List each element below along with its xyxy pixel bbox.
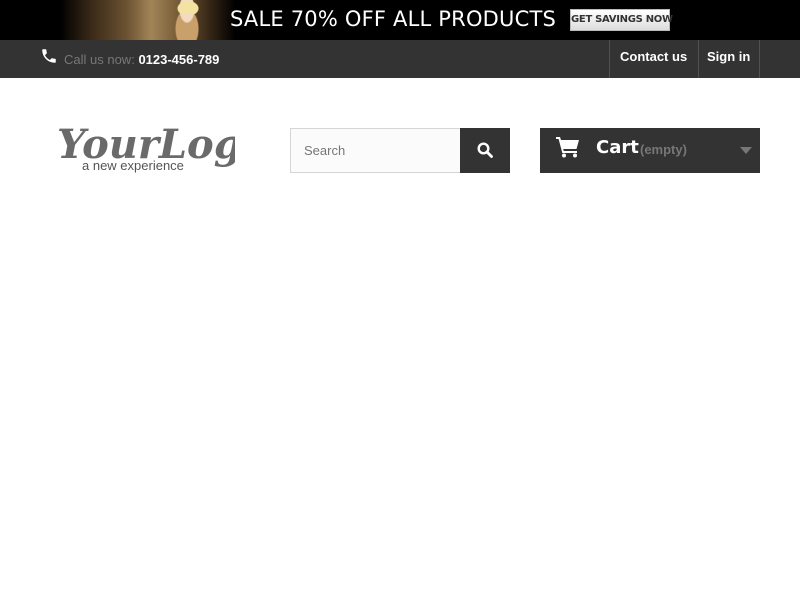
banner-headline: SALE 70% OFF ALL PRODUCTS bbox=[230, 7, 557, 31]
sign-in-link[interactable]: Sign in bbox=[707, 40, 750, 78]
caret-down-icon bbox=[740, 147, 752, 154]
search-icon bbox=[477, 142, 493, 158]
phone-number: 0123-456-789 bbox=[138, 52, 220, 67]
cart-label: Cart bbox=[596, 137, 639, 158]
nav-divider bbox=[698, 40, 699, 78]
top-nav-bar: Call us now: 0123-456-789 Contact us Sig… bbox=[0, 40, 800, 78]
call-us-label: Call us now: bbox=[64, 52, 135, 67]
logo-tagline: a new experience bbox=[82, 158, 184, 173]
contact-us-link[interactable]: Contact us bbox=[620, 40, 687, 78]
nav-divider bbox=[759, 40, 760, 78]
search-input[interactable] bbox=[290, 128, 461, 173]
cart-status: (empty) bbox=[640, 142, 687, 157]
banner-model-image bbox=[60, 0, 235, 40]
banner-figure-hair bbox=[176, 0, 200, 14]
promo-banner[interactable]: SALE 70% OFF ALL PRODUCTS GET SAVINGS NO… bbox=[0, 0, 800, 40]
nav-divider bbox=[609, 40, 610, 78]
get-savings-button[interactable]: GET SAVINGS NOW bbox=[570, 9, 673, 31]
phone-icon bbox=[42, 49, 56, 63]
search-form bbox=[290, 128, 510, 173]
store-logo[interactable]: YourLogo a new experience bbox=[55, 118, 235, 178]
contact-phone: Call us now: 0123-456-789 bbox=[64, 52, 219, 67]
cart-button[interactable]: Cart (empty) bbox=[540, 128, 760, 173]
search-button[interactable] bbox=[460, 128, 510, 173]
shopping-cart-icon bbox=[556, 137, 579, 158]
